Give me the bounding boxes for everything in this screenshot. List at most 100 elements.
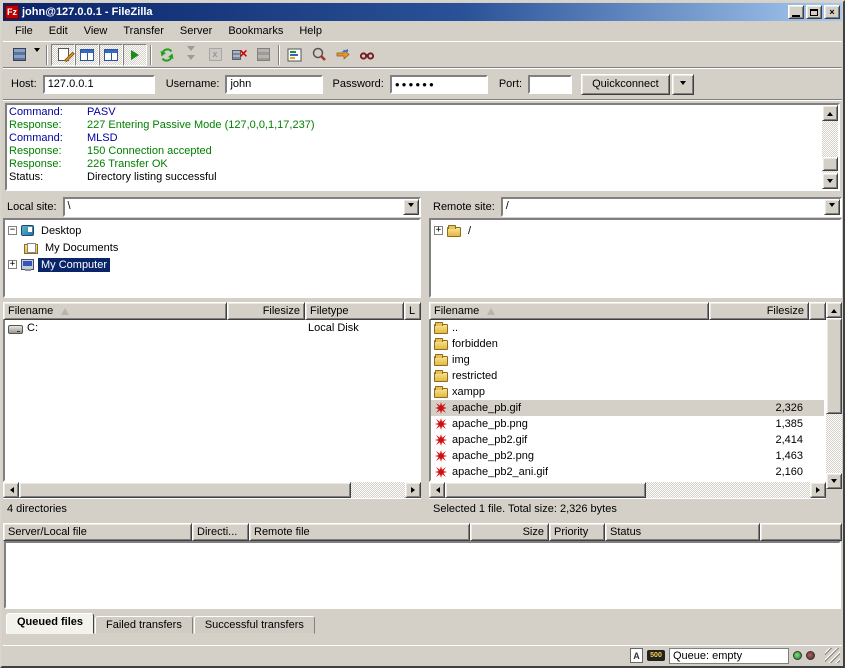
menu-bookmarks[interactable]: Bookmarks: [220, 23, 291, 39]
remote-dir-row[interactable]: ..: [431, 320, 824, 336]
remote-file-row[interactable]: apache_pb2_ani.gif2,160: [431, 464, 824, 480]
menu-edit[interactable]: Edit: [41, 23, 76, 39]
remote-file-row[interactable]: apache_pb.png1,385: [431, 416, 824, 432]
column-server-local-file[interactable]: Server/Local file: [3, 523, 192, 541]
scroll-down-button[interactable]: [822, 173, 838, 189]
combo-dropdown-button[interactable]: [824, 199, 840, 215]
scroll-down-button[interactable]: [826, 473, 842, 489]
tab-queued-files[interactable]: Queued files: [6, 613, 94, 634]
column-filetype[interactable]: Filetype: [305, 302, 404, 320]
close-button[interactable]: ×: [824, 5, 840, 19]
tree-item-my-computer[interactable]: + My Computer: [8, 256, 419, 273]
toggle-local-tree-button[interactable]: [75, 44, 99, 66]
menu-view[interactable]: View: [76, 23, 116, 39]
tree-item-root[interactable]: + /: [434, 222, 840, 239]
tree-item-my-documents[interactable]: My Documents: [8, 239, 419, 256]
tab-successful-transfers[interactable]: Successful transfers: [194, 616, 315, 634]
directory-comparison-button[interactable]: [307, 44, 331, 66]
column-stub: [809, 302, 826, 320]
datatype-indicator-icon[interactable]: A: [630, 648, 643, 663]
column-last-modified[interactable]: L: [404, 302, 421, 320]
toggle-transfer-queue-button[interactable]: [123, 44, 147, 66]
remote-dir-row[interactable]: xampp: [431, 384, 824, 400]
tree-item-desktop[interactable]: − Desktop: [8, 222, 419, 239]
remote-dir-row[interactable]: restricted: [431, 368, 824, 384]
titlebar[interactable]: Fz john@127.0.0.1 - FileZilla ×: [3, 3, 842, 21]
scroll-right-button[interactable]: [405, 482, 421, 498]
remote-horizontal-scrollbar[interactable]: [429, 482, 826, 498]
scrollbar-thumb[interactable]: [19, 482, 351, 498]
find-files-button[interactable]: [355, 44, 379, 66]
reconnect-button[interactable]: [251, 44, 275, 66]
queue-size-indicator: Queue: empty: [669, 648, 789, 664]
speedlimit-icon[interactable]: 500: [647, 650, 665, 661]
close-icon: ×: [829, 7, 834, 17]
column-size[interactable]: Size: [470, 523, 549, 541]
log-scrollbar[interactable]: [822, 105, 838, 189]
disconnect-button[interactable]: ×: [227, 44, 251, 66]
folder-icon: [434, 372, 448, 382]
scroll-left-button[interactable]: [3, 482, 19, 498]
scrollbar-thumb[interactable]: [822, 157, 838, 171]
remote-file-row[interactable]: apache_pb2.gif2,414: [431, 432, 824, 448]
synchronized-browsing-button[interactable]: [331, 44, 355, 66]
scroll-up-button[interactable]: [826, 302, 842, 318]
column-filename[interactable]: Filename: [429, 302, 709, 320]
scrollbar-thumb[interactable]: [826, 318, 842, 414]
refresh-button[interactable]: [155, 44, 179, 66]
remote-file-row[interactable]: apache_pb2.png1,463: [431, 448, 824, 464]
menu-file[interactable]: File: [7, 23, 41, 39]
column-filesize[interactable]: Filesize: [709, 302, 809, 320]
site-manager-button[interactable]: [7, 44, 31, 66]
reconnect-icon: [257, 48, 270, 61]
host-input[interactable]: [43, 75, 155, 94]
expand-icon[interactable]: +: [434, 226, 443, 235]
transfer-queue-list[interactable]: [4, 541, 841, 609]
column-direction[interactable]: Directi...: [192, 523, 249, 541]
toolbar-separator: [150, 45, 152, 65]
expand-icon[interactable]: +: [8, 260, 17, 269]
port-input[interactable]: [528, 75, 572, 94]
remote-site-combo[interactable]: /: [501, 197, 842, 217]
remote-vertical-scrollbar[interactable]: [826, 302, 842, 489]
quickconnect-button[interactable]: Quickconnect: [581, 74, 670, 95]
collapse-icon[interactable]: −: [8, 226, 17, 235]
minimize-button[interactable]: [788, 5, 804, 19]
username-input[interactable]: [225, 75, 323, 94]
password-input[interactable]: [390, 75, 488, 94]
column-status[interactable]: Status: [605, 523, 760, 541]
column-priority[interactable]: Priority: [549, 523, 605, 541]
combo-dropdown-button[interactable]: [403, 199, 419, 215]
maximize-button[interactable]: [806, 5, 822, 19]
menu-server[interactable]: Server: [172, 23, 220, 39]
local-file-row[interactable]: C: Local Disk: [5, 320, 419, 336]
menu-help[interactable]: Help: [291, 23, 330, 39]
resize-grip[interactable]: [825, 648, 840, 663]
remote-dir-row[interactable]: forbidden: [431, 336, 824, 352]
directory-filters-icon: [287, 47, 303, 63]
column-stub: [760, 523, 842, 541]
column-remote-file[interactable]: Remote file: [249, 523, 470, 541]
statusbar: A 500 Queue: empty: [3, 645, 842, 665]
tab-failed-transfers[interactable]: Failed transfers: [95, 616, 193, 634]
remote-dir-row[interactable]: img: [431, 352, 824, 368]
process-queue-button[interactable]: [179, 44, 203, 66]
menu-transfer[interactable]: Transfer: [115, 23, 172, 39]
remote-file-row-selected[interactable]: apache_pb.gif2,326: [431, 400, 824, 416]
local-horizontal-scrollbar[interactable]: [3, 482, 421, 498]
toggle-remote-tree-button[interactable]: [99, 44, 123, 66]
scroll-right-button[interactable]: [810, 482, 826, 498]
column-filesize[interactable]: Filesize: [227, 302, 305, 320]
site-manager-dropdown[interactable]: [31, 44, 43, 66]
directory-filters-button[interactable]: [283, 44, 307, 66]
scrollbar-thumb[interactable]: [445, 482, 646, 498]
chevron-down-icon: [680, 81, 686, 88]
scroll-up-button[interactable]: [822, 105, 838, 121]
scroll-left-button[interactable]: [429, 482, 445, 498]
cancel-operation-button[interactable]: x: [203, 44, 227, 66]
local-site-combo[interactable]: \: [63, 197, 421, 217]
toggle-message-log-button[interactable]: [51, 44, 75, 66]
pane-splitter[interactable]: [421, 196, 429, 519]
column-filename[interactable]: Filename: [3, 302, 227, 320]
quickconnect-dropdown[interactable]: [672, 74, 694, 95]
